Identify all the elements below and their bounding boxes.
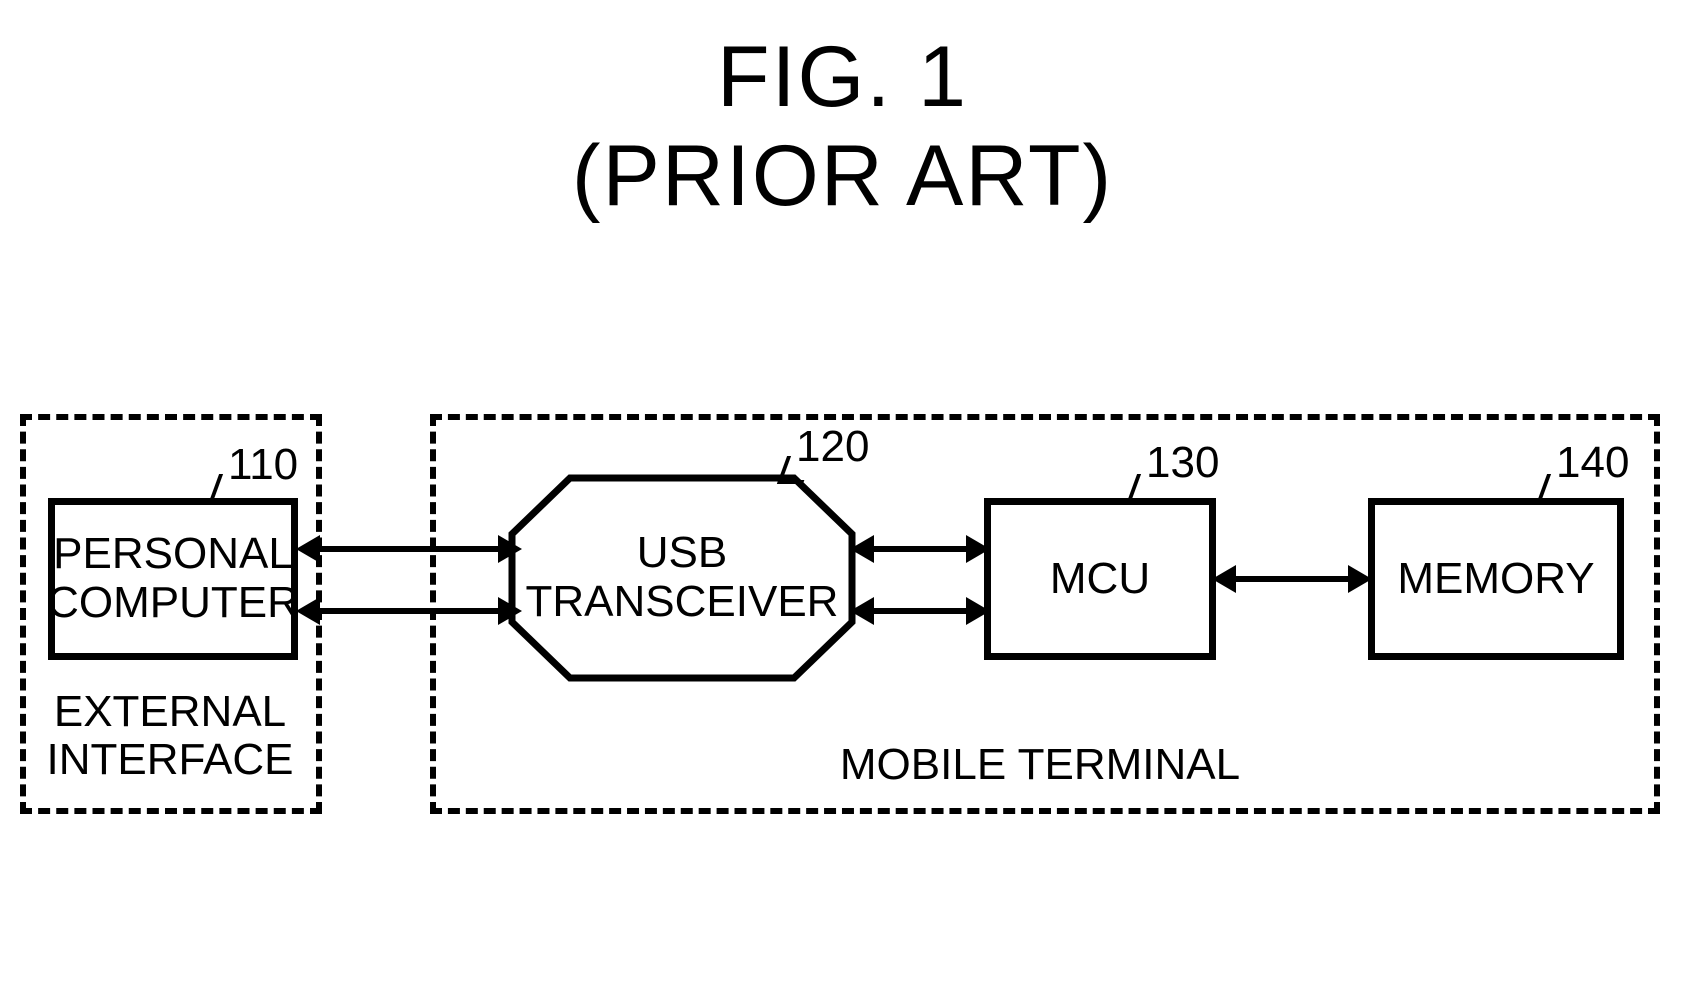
memory-block: MEMORY	[1368, 498, 1624, 660]
mcu-block: MCU	[984, 498, 1216, 660]
title-line-1: FIG. 1	[0, 28, 1685, 127]
diagram-canvas: EXTERNAL INTERFACE MOBILE TERMINAL PERSO…	[0, 386, 1685, 986]
arrow-mcu-memory	[1228, 576, 1356, 582]
title-line-2: (PRIOR ART)	[0, 127, 1685, 226]
external-interface-label: EXTERNAL INTERFACE	[40, 688, 300, 785]
usb-ref-label: 120	[796, 422, 869, 472]
arrow-pc-usb-upper	[312, 546, 506, 552]
usb-transceiver-block: USB TRANSCEIVER	[508, 474, 856, 682]
arrow-usb-mcu-lower	[866, 608, 974, 614]
arrow-mcu-memory-right	[1348, 565, 1372, 593]
arrow-usb-mcu-lower-left	[850, 597, 874, 625]
mcu-ref-label: 130	[1146, 438, 1219, 488]
mobile-terminal-label: MOBILE TERMINAL	[820, 741, 1260, 789]
pc-ref-label: 110	[228, 440, 298, 490]
usb-transceiver-label: USB TRANSCEIVER	[526, 529, 839, 626]
memory-ref-label: 140	[1556, 438, 1629, 488]
arrow-mcu-memory-left	[1212, 565, 1236, 593]
arrow-usb-mcu-lower-right	[966, 597, 990, 625]
arrow-pc-usb-upper-left	[296, 535, 320, 563]
figure-title: FIG. 1 (PRIOR ART)	[0, 0, 1685, 226]
personal-computer-block: PERSONAL COMPUTER	[48, 498, 298, 660]
arrow-pc-usb-upper-right	[498, 535, 522, 563]
arrow-usb-mcu-upper-right	[966, 535, 990, 563]
arrow-pc-usb-lower-left	[296, 597, 320, 625]
arrow-usb-mcu-upper	[866, 546, 974, 552]
arrow-usb-mcu-upper-left	[850, 535, 874, 563]
arrow-pc-usb-lower	[312, 608, 506, 614]
arrow-pc-usb-lower-right	[498, 597, 522, 625]
